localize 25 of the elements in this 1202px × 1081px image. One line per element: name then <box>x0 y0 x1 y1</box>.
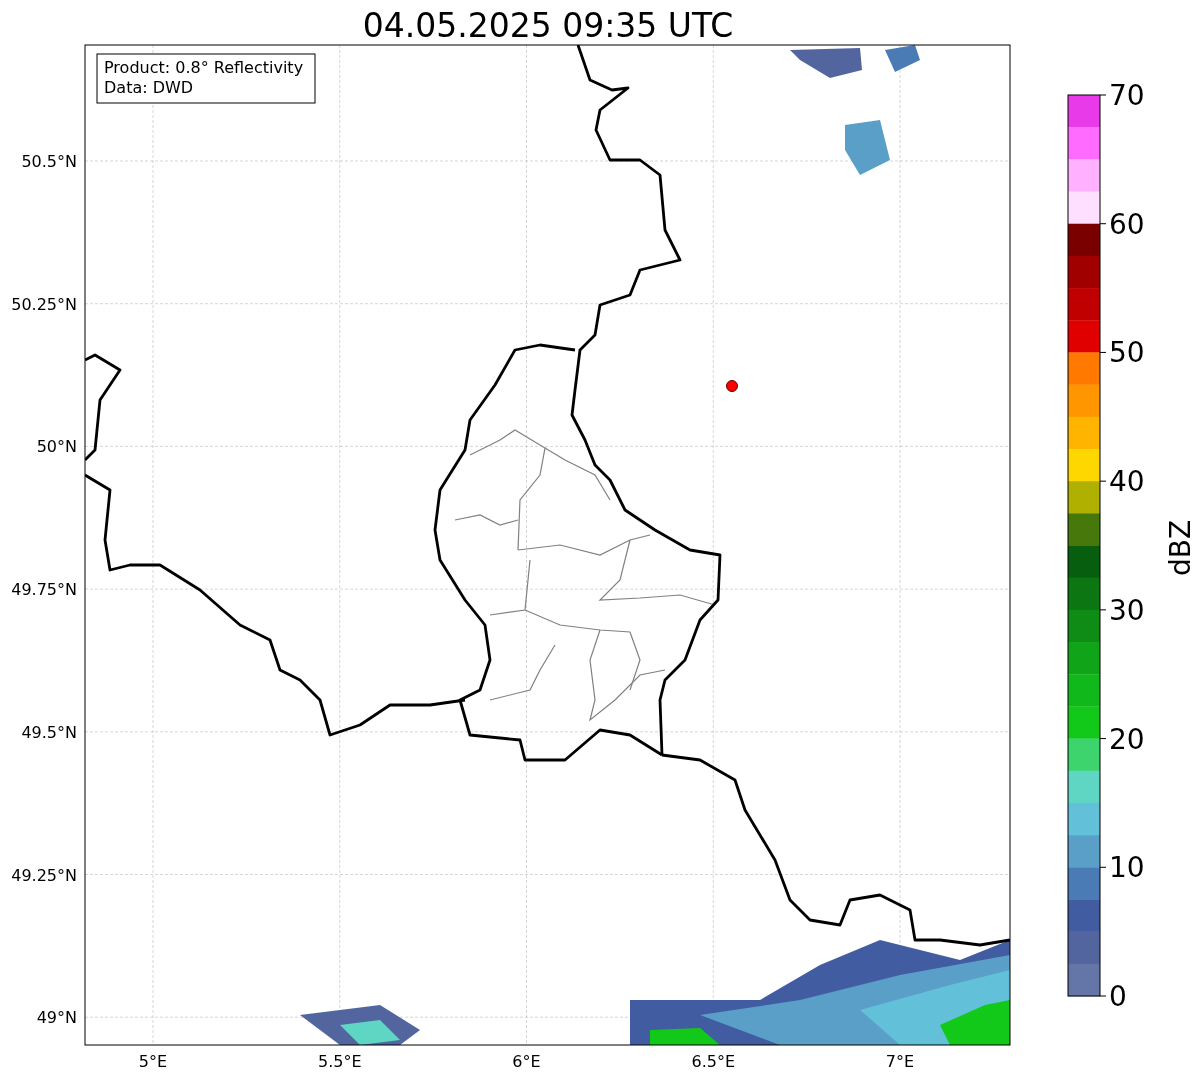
colorbar-tick-label: 30 <box>1109 593 1145 627</box>
axis-tick-label: 6.5°E <box>691 1052 736 1071</box>
colorbar-tick-label: 40 <box>1109 465 1145 499</box>
axis-tick-label: 5°E <box>138 1052 168 1071</box>
axis-tick-label: 49°N <box>36 1008 77 1028</box>
axis-tick-label: 50.25°N <box>11 294 77 314</box>
chart-title: 04.05.2025 09:35 UTC <box>362 6 734 45</box>
colorbar-label: dBZ <box>1164 519 1197 577</box>
axis-tick-label: 50°N <box>36 437 77 457</box>
axis-tick-label: 5.5°E <box>317 1052 362 1071</box>
legend-text: Product: 0.8° Reflectivity <box>104 58 304 77</box>
legend-text: Data: DWD <box>104 78 194 97</box>
colorbar-tick-label: 60 <box>1109 207 1145 241</box>
colorbar-tick-label: 50 <box>1109 336 1145 370</box>
radar-site-marker <box>726 380 738 392</box>
axis-tick-label: 7°E <box>885 1052 915 1071</box>
colorbar-tick-label: 20 <box>1109 722 1145 756</box>
colorbar-tick-label: 70 <box>1109 79 1145 112</box>
axis-tick-label: 49.25°N <box>11 865 77 885</box>
axis-tick-label: 6°E <box>512 1052 541 1071</box>
axis-tick-label: 49.5°N <box>21 722 77 742</box>
axis-tick-label: 50.5°N <box>21 152 77 171</box>
colorbar-tick-label: 0 <box>1109 980 1127 1013</box>
colorbar-tick-label: 10 <box>1109 851 1145 885</box>
axis-tick-label: 49.75°N <box>11 580 77 600</box>
